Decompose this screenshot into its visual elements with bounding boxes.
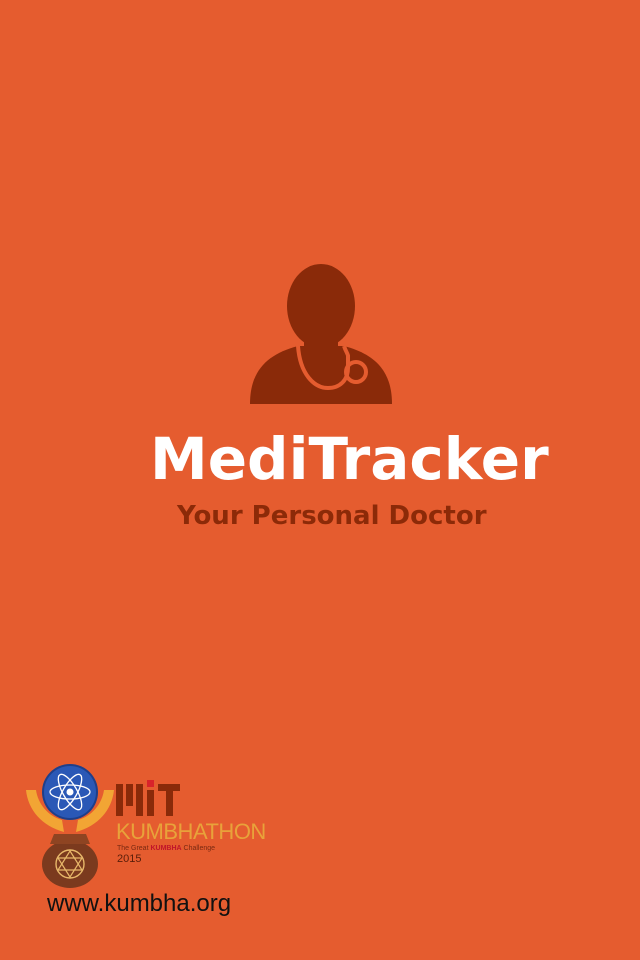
event-name: KUMBHATHON: [116, 819, 266, 844]
event-year: 2015: [117, 853, 142, 865]
event-subtitle-suffix: Challenge: [181, 845, 216, 852]
doctor-with-stethoscope-icon: [250, 264, 392, 404]
mit-logo: [116, 780, 180, 816]
event-subtitle: The Great KUMBHA Challenge: [117, 845, 215, 853]
app-title: MediTracker: [150, 425, 549, 493]
sponsor-block: KUMBHATHON The Great KUMBHA Challenge 20…: [24, 760, 284, 890]
event-subtitle-highlight: KUMBHA: [150, 845, 182, 852]
website-link[interactable]: www.kumbha.org: [47, 889, 231, 919]
kumbha-emblem-icon: [26, 764, 114, 888]
app-tagline: Your Personal Doctor: [177, 501, 487, 531]
event-subtitle-prefix: The Great: [117, 845, 151, 852]
